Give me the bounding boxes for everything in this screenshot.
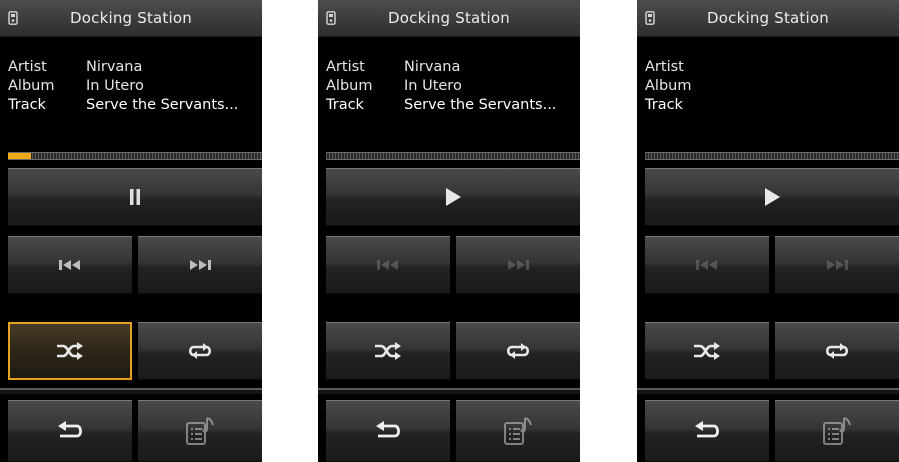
previous-track-button[interactable]	[326, 236, 450, 294]
playlist-button[interactable]	[775, 400, 899, 462]
divider-shadow	[0, 390, 262, 394]
album-label: Album	[8, 78, 55, 94]
artist-label: Artist	[645, 59, 684, 75]
pause-icon	[130, 189, 140, 205]
shuffle-button[interactable]	[645, 322, 769, 380]
shuffle-button[interactable]	[8, 322, 132, 380]
playlist-button[interactable]	[456, 400, 580, 462]
previous-track-icon	[377, 260, 398, 270]
previous-track-button[interactable]	[645, 236, 769, 294]
track-label: Track	[326, 97, 364, 113]
artist-label: Artist	[8, 59, 47, 75]
page-title: Docking Station	[707, 9, 829, 27]
next-track-icon	[827, 260, 848, 270]
next-track-button[interactable]	[138, 236, 262, 294]
next-track-icon	[508, 260, 529, 270]
page-title: Docking Station	[388, 9, 510, 27]
progress-bar[interactable]	[326, 152, 580, 160]
previous-track-icon	[696, 260, 717, 270]
docking-panel-1: Docking Station Artist Nirvana Album In Ut…	[0, 0, 262, 462]
repeat-button[interactable]	[138, 322, 262, 380]
divider-shadow	[318, 390, 580, 394]
track-value: Serve the Servants...	[404, 97, 557, 113]
album-label: Album	[645, 78, 692, 94]
header-bar: Docking Station	[637, 0, 899, 37]
playlist-icon	[186, 417, 214, 445]
track-label: Track	[8, 97, 46, 113]
progress-fill	[8, 153, 31, 159]
shuffle-icon	[57, 342, 83, 360]
album-label: Album	[326, 78, 373, 94]
play-icon	[446, 188, 461, 206]
repeat-button[interactable]	[775, 322, 899, 380]
track-info: Artist Album Track	[645, 58, 723, 115]
docking-panel-2: Docking Station Artist Nirvana Album In Ut…	[318, 0, 580, 462]
next-track-button[interactable]	[775, 236, 899, 294]
shuffle-icon	[375, 342, 401, 360]
playlist-icon	[504, 417, 532, 445]
next-track-icon	[190, 260, 211, 270]
back-button[interactable]	[326, 400, 450, 462]
repeat-icon	[825, 343, 849, 359]
divider-shadow	[637, 390, 899, 394]
play-pause-button[interactable]	[326, 168, 580, 226]
back-icon	[695, 421, 719, 438]
docking-panel-3: Docking Station Artist Album Track	[637, 0, 899, 462]
repeat-icon	[188, 343, 212, 359]
album-value: In Utero	[86, 78, 144, 94]
header-bar: Docking Station	[0, 0, 262, 37]
shuffle-icon	[694, 342, 720, 360]
back-button[interactable]	[645, 400, 769, 462]
track-info: Artist Nirvana Album In Utero Track Serve t…	[8, 58, 238, 115]
artist-label: Artist	[326, 59, 365, 75]
play-icon	[765, 188, 780, 206]
playlist-icon	[823, 417, 851, 445]
play-pause-button[interactable]	[645, 168, 899, 226]
track-label: Track	[645, 97, 683, 113]
track-info: Artist Nirvana Album In Utero Track Serve t…	[326, 58, 556, 115]
back-icon	[58, 421, 82, 438]
repeat-icon	[506, 343, 530, 359]
header-bar: Docking Station	[318, 0, 580, 37]
track-value: Serve the Servants...	[86, 97, 239, 113]
next-track-button[interactable]	[456, 236, 580, 294]
artist-value: Nirvana	[86, 59, 143, 75]
page-title: Docking Station	[70, 9, 192, 27]
progress-bar[interactable]	[645, 152, 899, 160]
previous-track-icon	[59, 260, 80, 270]
previous-track-button[interactable]	[8, 236, 132, 294]
play-pause-button[interactable]	[8, 168, 262, 226]
playlist-button[interactable]	[138, 400, 262, 462]
shuffle-button[interactable]	[326, 322, 450, 380]
album-value: In Utero	[404, 78, 462, 94]
back-icon	[376, 421, 400, 438]
back-button[interactable]	[8, 400, 132, 462]
progress-bar[interactable]	[8, 152, 262, 160]
artist-value: Nirvana	[404, 59, 461, 75]
repeat-button[interactable]	[456, 322, 580, 380]
